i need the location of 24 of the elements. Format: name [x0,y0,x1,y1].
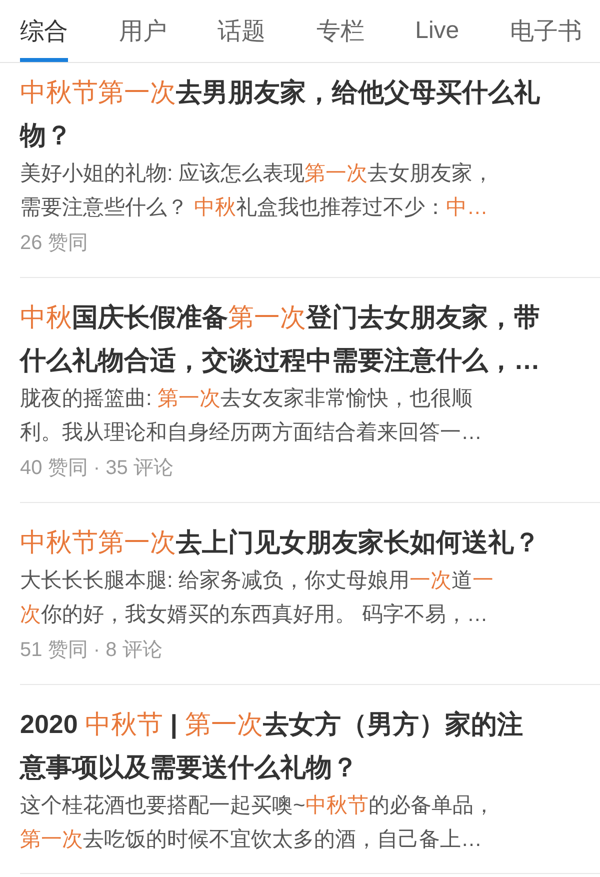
result-title[interactable]: 2020 中秋节 | 第一次去女方（男方）家的注 [20,703,523,746]
result-title[interactable]: 中秋节第一次去男朋友家，给他父母买什么礼 [20,71,540,114]
result-stats: 40 赞同 · 35 评论 [20,456,174,481]
tab[interactable]: 用户 [118,0,167,62]
result-snippet: 利。我从理论和自身经历两方面结合着来回答一… [20,420,482,446]
tab[interactable]: 电子书 [510,0,582,62]
tab[interactable]: Live [415,0,460,62]
result-title[interactable]: 意事项以及需要送什么礼物？ [20,746,358,789]
result-stats: 26 赞同 [20,231,88,256]
result-snippet: 次你的好，我女婿买的东西真好用。 码字不易，… [20,602,488,628]
result-snippet: 第一次去吃饭的时候不宜饮太多的酒，自己备上… [20,827,482,853]
result-title[interactable]: 中秋节第一次去上门见女朋友家长如何送礼？ [20,521,540,564]
result-snippet: 这个桂花酒也要搭配一起买噢~中秋节的必备单品， [20,793,494,819]
result-title[interactable]: 中秋国庆长假准备第一次登门去女朋友家，带 [20,296,540,339]
result-stats: 51 赞同 · 8 评论 [20,638,162,663]
tab[interactable]: 话题 [218,0,266,62]
tab[interactable]: 专栏 [316,0,364,62]
tab[interactable]: 综合 [20,0,68,62]
result-snippet: 美好小姐的礼物: 应该怎么表现第一次去女朋友家， [20,161,494,187]
result-title[interactable]: 什么礼物合适，交谈过程中需要注意什么，… [20,339,540,382]
result-snippet: 大长长长腿本腿: 给家务减负，你丈母娘用一次道一 [20,568,494,594]
result-snippet: 需要注意些什么？ 中秋礼盒我也推荐过不少：中… [20,195,488,221]
result-title[interactable]: 物？ [20,114,72,157]
result-snippet: 胧夜的摇篮曲: 第一次去女友家非常愉快，也很顺 [20,386,473,412]
